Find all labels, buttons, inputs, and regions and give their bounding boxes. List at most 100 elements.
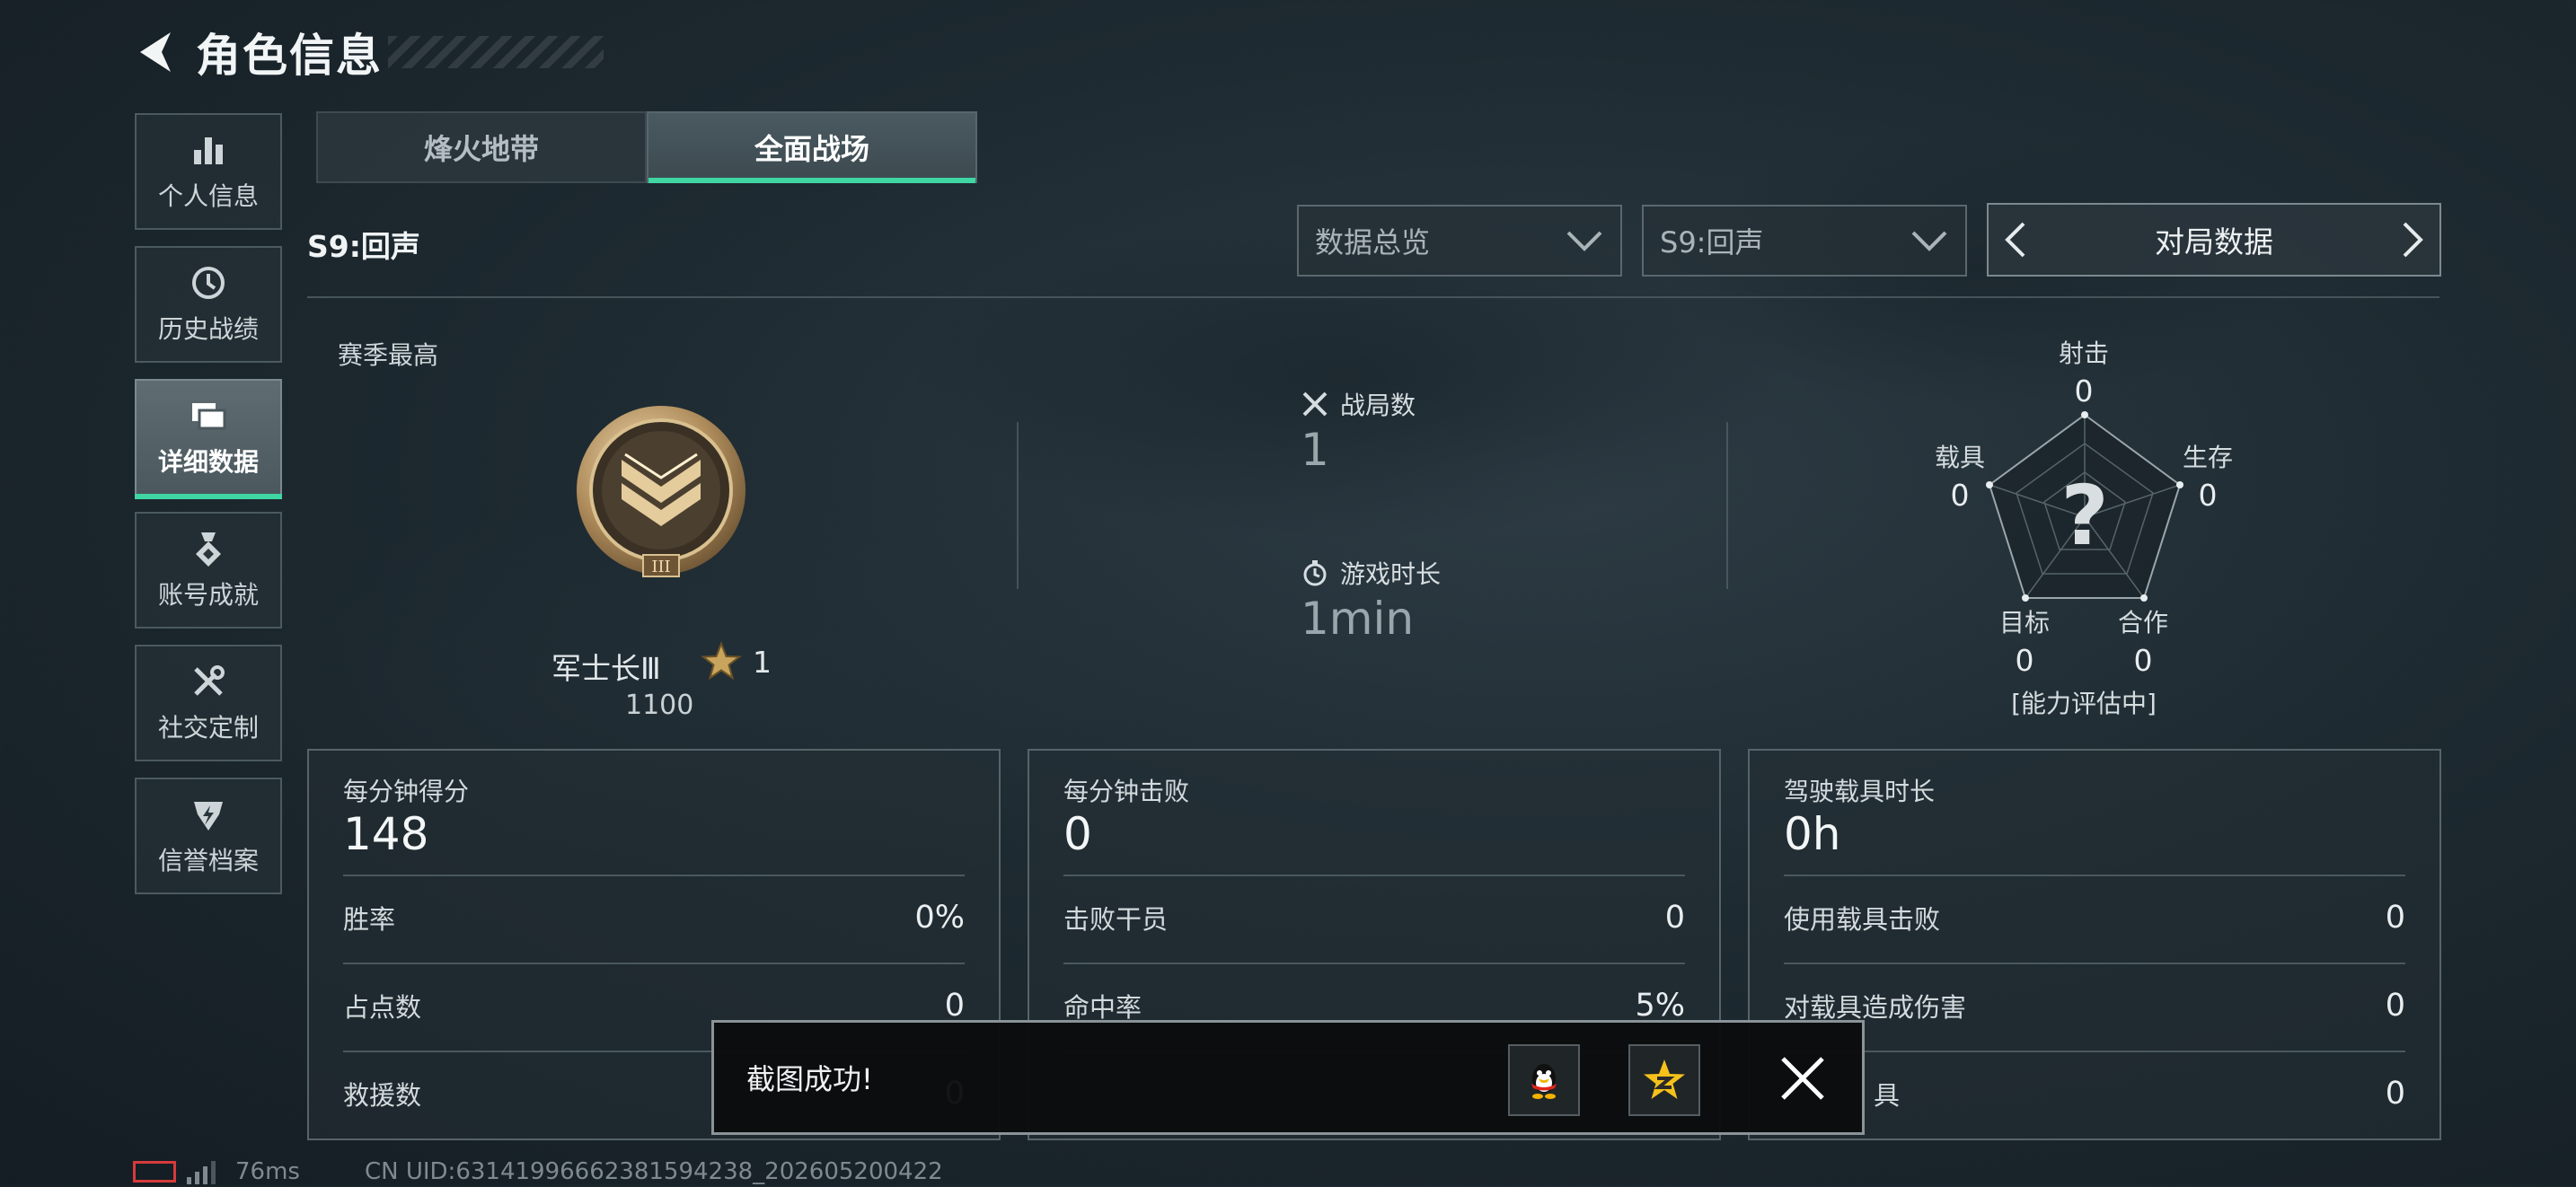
divider (343, 875, 965, 876)
share-qzone-button[interactable] (1628, 1044, 1700, 1116)
radar-center-glyph: ? (2060, 468, 2108, 564)
divider (1017, 422, 1019, 589)
sidebar-item-detailed-data[interactable]: 详细数据 (135, 379, 282, 499)
rank-star-count: 1 (753, 645, 772, 680)
data-type-pager: 对局数据 (1987, 203, 2441, 277)
divider (1784, 963, 2405, 964)
radar-value-survival: 0 (2198, 478, 2218, 513)
toast-message: 截图成功! (746, 1062, 873, 1096)
radar-value-objective: 0 (2015, 643, 2034, 678)
pager-prev-button[interactable] (1989, 203, 2042, 277)
panel-header-value: 148 (343, 808, 429, 860)
rank-name: 军士长Ⅲ (551, 651, 661, 686)
panel-header-label: 每分钟击败 (1063, 777, 1190, 806)
stat-label: 对载具造成伤害 (1784, 992, 1967, 1023)
playtime-label-group: 游戏时长 (1301, 555, 1441, 591)
sidebar-item-reputation[interactable]: 信誉档案 (135, 778, 282, 894)
matches-value: 1 (1301, 424, 1329, 476)
panel-header-label: 驾驶载具时长 (1784, 777, 1936, 806)
rank-emblem-icon: III (577, 406, 745, 577)
shield-bolt-icon (194, 802, 223, 831)
signal-icon (187, 1161, 216, 1184)
stat-row: 胜率 0% (343, 896, 965, 939)
stat-label: 占点数 (343, 992, 422, 1023)
divider (307, 296, 2439, 298)
divider (1784, 875, 2405, 876)
stat-value: 5% (1635, 988, 1685, 1024)
sidebar-item-label: 详细数据 (157, 447, 259, 477)
sidebar-item-label: 信誉档案 (157, 846, 259, 875)
screenshot-toast: 截图成功! (711, 1020, 1865, 1135)
stat-label: 救援数 (343, 1080, 422, 1111)
sidebar-item-personal-info[interactable]: 个人信息 (135, 113, 282, 230)
sidebar-item-social-custom[interactable]: 社交定制 (135, 645, 282, 761)
stat-value: 0 (2385, 900, 2405, 936)
chevron-down-icon (1566, 231, 1602, 251)
qzone-star-icon (1644, 1060, 1685, 1099)
crossed-swords-icon (1302, 391, 1328, 417)
matches-label: 战局数 (1340, 391, 1416, 420)
ping-value: 76ms (235, 1158, 300, 1185)
qq-penguin-icon (1531, 1064, 1557, 1099)
radar-label-survival: 生存 (2182, 443, 2233, 472)
folders-icon (192, 403, 226, 430)
radar-label-shooting: 射击 (2058, 339, 2109, 368)
sidebar-item-history[interactable]: 历史战绩 (135, 246, 282, 363)
radar-value-shooting: 0 (2074, 374, 2094, 409)
tools-icon (194, 665, 225, 696)
divider (1726, 422, 1728, 589)
pager-label: 对局数据 (2155, 224, 2273, 259)
sidebar-item-label: 社交定制 (157, 713, 259, 743)
divider (1784, 1051, 2405, 1052)
radar-value-cooperation: 0 (2133, 643, 2153, 678)
matches-label-group: 战局数 (1301, 386, 1416, 422)
radar-label-cooperation: 合作 (2117, 608, 2168, 637)
stat-row: 具 0 (1784, 1072, 2405, 1115)
svg-text:III: III (651, 558, 670, 576)
page-header: 角色信息 (135, 23, 604, 82)
stopwatch-icon (1303, 560, 1327, 586)
history-clock-icon (192, 267, 225, 299)
share-qq-button[interactable] (1508, 1044, 1580, 1116)
star-icon (701, 641, 742, 681)
radar-label-vehicle: 载具 (1934, 443, 1985, 472)
stat-label: 使用载具击败 (1784, 904, 1941, 935)
stat-label: 击败干员 (1063, 904, 1169, 935)
stat-value: 0 (2385, 1076, 2405, 1112)
chevron-down-icon (1911, 231, 1947, 251)
status-footer: 76ms CN UID:6314199666238159423‌8_202605… (133, 1156, 943, 1187)
sidebar-item-label: 个人信息 (157, 181, 259, 211)
close-x-icon[interactable] (1778, 1053, 1828, 1103)
title-stripes-decoration (388, 36, 604, 68)
tab-havoc-zone[interactable]: 烽火地带 (316, 111, 647, 183)
stat-label: 胜率 (343, 904, 396, 935)
sidebar-item-achievements[interactable]: 账号成就 (135, 512, 282, 629)
bar-chart-icon (194, 137, 223, 164)
stat-value: 0% (914, 900, 965, 936)
tab-all-out-warfare[interactable]: 全面战场 (647, 111, 977, 183)
season-title: S9:回声 (307, 229, 420, 264)
playtime-value: 1min (1301, 593, 1415, 645)
divider (1063, 963, 1685, 964)
sidebar-item-label: 历史战绩 (157, 314, 259, 344)
mode-tabs: 烽火地带 全面战场 (316, 111, 977, 183)
radar-label-objective: 目标 (1998, 608, 2050, 637)
season-dropdown-value: S9:回声 (1660, 225, 1764, 259)
divider (1063, 875, 1685, 876)
season-dropdown[interactable]: S9:回声 (1642, 205, 1967, 277)
stat-row: 使用载具击败 0 (1784, 896, 2405, 939)
stat-value: 0 (1664, 900, 1685, 936)
battery-low-icon (133, 1161, 176, 1183)
stat-label: 命中率 (1063, 992, 1142, 1023)
pager-next-button[interactable] (2386, 203, 2439, 277)
view-dropdown[interactable]: 数据总览 (1297, 205, 1622, 277)
panel-header-label: 每分钟得分 (343, 777, 470, 806)
sidebar-item-label: 账号成就 (157, 580, 259, 610)
stat-value: 0 (944, 988, 965, 1024)
stat-row: 对载具造成伤害 0 (1784, 984, 2405, 1027)
stat-row: 击败干员 0 (1063, 896, 1685, 939)
back-arrow-icon[interactable] (135, 27, 180, 77)
panel-header-value: 0h (1784, 808, 1841, 860)
season-best-label: 赛季最高 (338, 340, 439, 370)
radar-value-vehicle: 0 (1950, 478, 1970, 513)
